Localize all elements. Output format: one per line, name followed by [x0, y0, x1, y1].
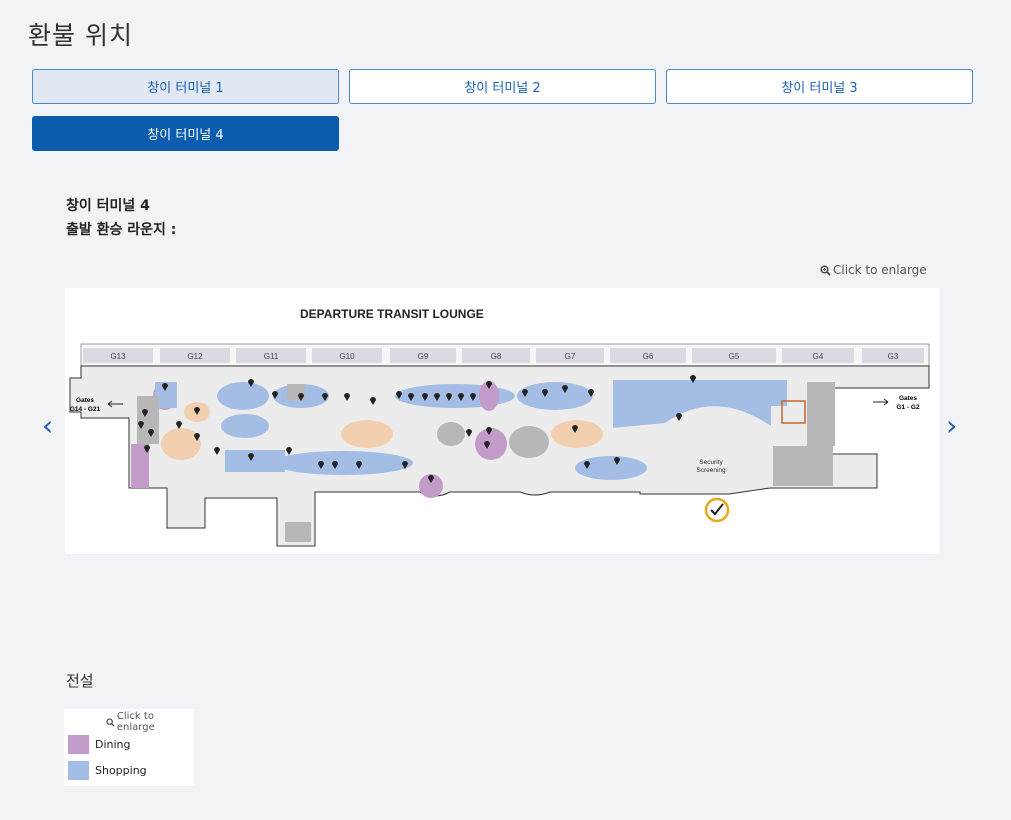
map-zone: [575, 456, 647, 480]
map-zone: [341, 420, 393, 448]
map-zone: [217, 382, 269, 410]
map-zone: [773, 446, 833, 486]
legend-box[interactable]: Click to enlarge Dining Shopping: [64, 709, 194, 786]
dining-swatch: [68, 735, 89, 754]
map-zone: [137, 396, 159, 444]
left-gates-label: Gates: [76, 397, 94, 404]
terminal-name: 창이 터미널 4: [66, 198, 150, 214]
right-gates-arrow-icon: [873, 398, 889, 406]
map-zone: [161, 428, 201, 460]
map-zone: [551, 420, 603, 448]
legend-enlarge-link[interactable]: Click to enlarge: [106, 711, 194, 733]
map-zone: [273, 451, 413, 475]
gate-label: G9: [418, 352, 429, 361]
next-arrow-icon[interactable]: ›: [946, 412, 957, 440]
gate-label: G12: [187, 352, 203, 361]
map-zone: [221, 414, 269, 438]
map-zone: [771, 380, 787, 406]
tab-terminal-3[interactable]: 창이 터미널 3: [666, 69, 973, 104]
gate-label: G5: [729, 352, 740, 361]
map-svg: DEPARTURE TRANSIT LOUNGE G13 G12 G11 G10 G9 G…: [69, 307, 930, 547]
lounge-name: 출발 환승 라운지 :: [66, 222, 177, 238]
gate-label: G10: [339, 352, 355, 361]
gate-label: G11: [264, 352, 279, 361]
security-label: Security: [699, 459, 723, 466]
right-gates-label: Gates: [899, 395, 917, 402]
left-gates-range: G14 - G21: [70, 406, 101, 413]
map-enlarge-link[interactable]: Click to enlarge: [820, 263, 927, 277]
map-heading: DEPARTURE TRANSIT LOUNGE: [300, 307, 484, 321]
security-label-2: Screening: [696, 467, 726, 474]
gate-label: G4: [813, 352, 824, 361]
prev-arrow-icon[interactable]: ‹: [42, 412, 53, 440]
map-zone: [225, 450, 285, 472]
shopping-swatch: [68, 761, 89, 780]
terminal-map[interactable]: DEPARTURE TRANSIT LOUNGE G13 G12 G11 G10 G9 G…: [65, 288, 939, 554]
zoom-icon: [820, 265, 831, 276]
legend-enlarge-label: Click to enlarge: [116, 711, 155, 733]
map-zone: [807, 382, 835, 446]
map-zone: [517, 382, 593, 410]
legend-label-shopping: Shopping: [95, 764, 147, 777]
legend-item-dining: Dining: [68, 735, 131, 754]
gate-label: G13: [110, 352, 126, 361]
legend-label-dining: Dining: [95, 738, 131, 751]
legend-item-shopping: Shopping: [68, 761, 147, 780]
legend-title: 전설: [66, 672, 94, 690]
page-title: 환불 위치: [28, 21, 133, 50]
map-zone: [285, 522, 311, 542]
gate-label: G7: [565, 352, 576, 361]
gate-label: G6: [643, 352, 654, 361]
right-gates-range: G1 - G2: [896, 404, 920, 411]
gate-labels: G13 G12 G11 G10 G9 G8 G7 G6 G5 G4 G3: [83, 348, 924, 363]
enlarge-label: Click to enlarge: [833, 263, 927, 277]
tab-terminal-2[interactable]: 창이 터미널 2: [349, 69, 656, 104]
map-zone: [437, 422, 465, 446]
gate-label: G8: [491, 352, 502, 361]
zoom-icon: [106, 717, 115, 727]
tab-terminal-4[interactable]: 창이 터미널 4: [32, 116, 339, 151]
tab-terminal-1[interactable]: 창이 터미널 1: [32, 69, 339, 104]
gate-label: G3: [888, 352, 899, 361]
map-zone: [509, 426, 549, 458]
map-zone: [475, 428, 507, 460]
